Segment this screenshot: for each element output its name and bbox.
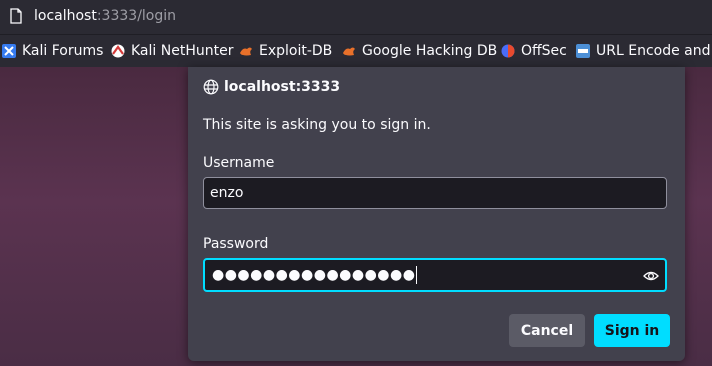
- exploit-db-icon: [240, 47, 252, 56]
- bookmark-label: Kali Forums: [22, 43, 104, 59]
- bookmark-url-encode[interactable]: URL Encode and De: [576, 42, 712, 60]
- username-label: Username: [203, 155, 275, 171]
- sign-in-button[interactable]: Sign in: [594, 314, 670, 347]
- dialog-message: This site is asking you to sign in.: [203, 117, 431, 133]
- dialog-origin-text: localhost:3333: [224, 79, 341, 95]
- bookmark-label: Kali NetHunter: [131, 43, 234, 59]
- bookmark-label: OffSec: [521, 43, 567, 59]
- bookmark-google-hacking-db[interactable]: Google Hacking DB: [342, 42, 497, 60]
- globe-icon: [203, 79, 219, 95]
- text-caret: [416, 266, 418, 284]
- bookmark-exploit-db[interactable]: Exploit-DB: [239, 42, 332, 60]
- bookmark-label: URL Encode and De: [596, 43, 712, 59]
- url-bar[interactable]: localhost:3333/login: [0, 0, 712, 35]
- auth-dialog: localhost:3333 This site is asking you t…: [188, 67, 685, 361]
- url-host: localhost: [34, 8, 97, 24]
- cancel-button[interactable]: Cancel: [509, 314, 585, 347]
- bookmark-offsec[interactable]: OffSec: [501, 42, 567, 60]
- page-icon: [10, 8, 22, 24]
- password-mask: ●●●●●●●●●●●●●●●●: [212, 267, 416, 283]
- ghdb-icon: [343, 47, 355, 56]
- offsec-icon: [501, 44, 515, 58]
- bookmark-kali-forums[interactable]: Kali Forums: [2, 42, 103, 60]
- kali-forums-icon: [2, 44, 16, 58]
- kali-nethunter-icon: [111, 44, 125, 58]
- bookmark-kali-nethunter[interactable]: Kali NetHunter: [111, 42, 233, 60]
- reveal-password-icon[interactable]: [643, 268, 659, 284]
- username-value: enzo: [210, 185, 244, 201]
- bookmarks-toolbar: Kali Forums Kali NetHunter Exploit-DB Go…: [0, 35, 712, 67]
- password-value: ●●●●●●●●●●●●●●●●: [212, 266, 418, 284]
- url-encode-icon: [576, 44, 590, 58]
- password-label: Password: [203, 236, 269, 252]
- url-path: :3333/login: [96, 8, 177, 24]
- url-text[interactable]: localhost:3333/login: [34, 8, 176, 24]
- bookmark-label: Exploit-DB: [259, 43, 333, 59]
- dialog-origin: localhost:3333: [203, 79, 340, 95]
- bookmark-label: Google Hacking DB: [362, 43, 498, 59]
- password-field[interactable]: ●●●●●●●●●●●●●●●●: [203, 258, 667, 292]
- username-field[interactable]: enzo: [203, 177, 667, 209]
